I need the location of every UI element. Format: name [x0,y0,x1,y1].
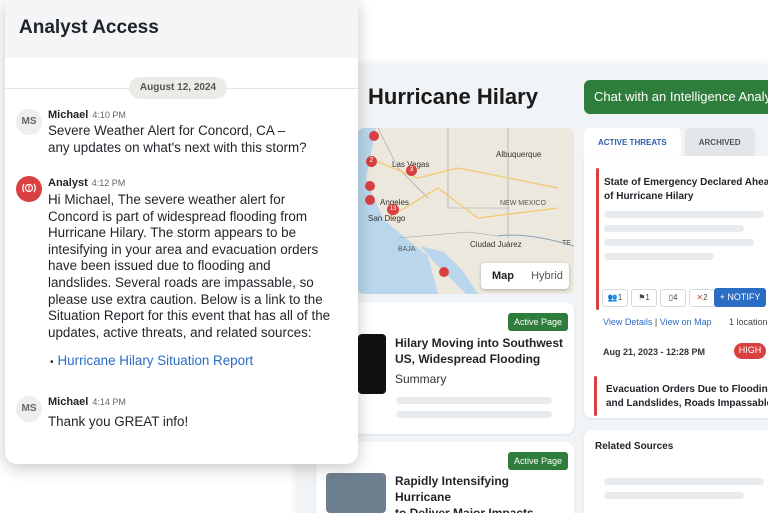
placeholder-line [604,253,714,260]
map-label-baja: BAJA [398,246,416,253]
map-label-new-mexico: NEW MEXICO [500,200,546,207]
message-time: 4:12 PM [91,178,126,188]
story-title: Hilary Moving into Southwest US, Widespr… [395,336,564,366]
map-cluster-count[interactable]: 13 [387,204,399,215]
message-time: 4:14 PM [92,397,126,407]
location-count: 1 location [729,317,768,327]
avatar: MS [16,109,42,135]
message-text: Thank you GREAT info! [48,414,189,429]
map-marker [439,267,449,277]
map-view-option[interactable]: Map [481,263,525,289]
story-thumbnail [358,334,386,394]
tab-archived[interactable]: ARCHIVED [684,128,755,156]
chat-header-title: Analyst Access [5,0,358,58]
threat-tabs: ACTIVE THREATS ARCHIVED [584,128,755,156]
story-title: Rapidly Intensifying Hurricane to Delive… [395,474,534,513]
map-marker [365,181,375,191]
placeholder-line [604,492,744,499]
bullet: • [50,357,54,368]
threat-links: View Details | View on Map [603,317,712,327]
story-thumbnail [326,473,386,513]
active-page-badge: Active Page [508,313,569,331]
map-cluster-count[interactable]: 2 [366,156,377,167]
alert-broadcast-icon [22,183,36,193]
device-count[interactable]: ▯4 [660,289,686,307]
placeholder-line [604,478,764,485]
placeholder-line [604,211,764,218]
map-label-ciudad-juarez: Ciudad Juárez [470,240,522,249]
threat-title[interactable]: Evacuation Orders Due to Flooding and La… [606,383,768,411]
related-sources-card: Related Sources [584,430,768,513]
map-label-texas: TE [562,240,571,247]
analyst-chat-panel: Analyst Access August 12, 2024 MS Michae… [5,0,358,464]
situation-report-link[interactable]: • Hurricane Hilary Situation Report [50,353,253,368]
threat-severity-bar [594,376,597,416]
hybrid-view-option[interactable]: Hybrid [525,263,569,289]
related-sources-heading: Related Sources [595,441,674,452]
tab-active-threats[interactable]: ACTIVE THREATS [584,128,681,156]
people-count[interactable]: 👥1 [602,289,628,307]
route-count[interactable]: ✕2 [689,289,715,307]
map-marker [369,131,379,141]
chat-with-analyst-button[interactable]: Chat with an Intelligence Analyst [584,80,768,114]
placeholder-line [396,411,552,418]
view-on-map-link[interactable]: View on Map [660,317,712,327]
threat-card[interactable]: Evacuation Orders Due to Flooding and La… [592,374,768,418]
page-title: Hurricane Hilary [368,84,538,109]
message-sender: Michael 4:10 PM [48,109,126,121]
message-sender: Michael 4:14 PM [48,396,126,408]
severity-badge: HIGH [734,343,766,359]
map-marker [365,195,375,205]
threat-title[interactable]: State of Emergency Declared Ahead of Hur… [604,176,768,204]
date-divider: August 12, 2024 [129,77,227,99]
story-summary-label: Summary [395,372,447,386]
analyst-avatar [16,176,42,202]
map-label-san-diego: San Diego [368,214,406,223]
view-details-link[interactable]: View Details [603,317,652,327]
threat-date: Aug 21, 2023 - 12:28 PM [603,347,706,357]
notify-button[interactable]: + NOTIFY [714,288,766,307]
placeholder-line [604,239,754,246]
map-cluster-count[interactable]: 3 [406,165,417,176]
message-text: Severe Weather Alert for Concord, CA – a… [48,123,307,155]
map-label-albuquerque: Albuquerque [496,150,542,159]
placeholder-line [396,397,552,404]
message-time: 4:10 PM [92,110,126,120]
avatar: MS [16,396,42,422]
active-page-badge: Active Page [508,452,569,470]
threat-severity-bar [596,168,599,310]
placeholder-line [604,225,744,232]
flag-count[interactable]: ⚑1 [631,289,657,307]
message-text: Hi Michael, The severe weather alert for… [48,192,331,340]
map-type-toggle[interactable]: Map Hybrid [481,263,569,289]
message-sender: Analyst 4:12 PM [48,177,126,189]
plus-icon: + [719,292,725,302]
people-icon: 👥 [607,293,618,302]
